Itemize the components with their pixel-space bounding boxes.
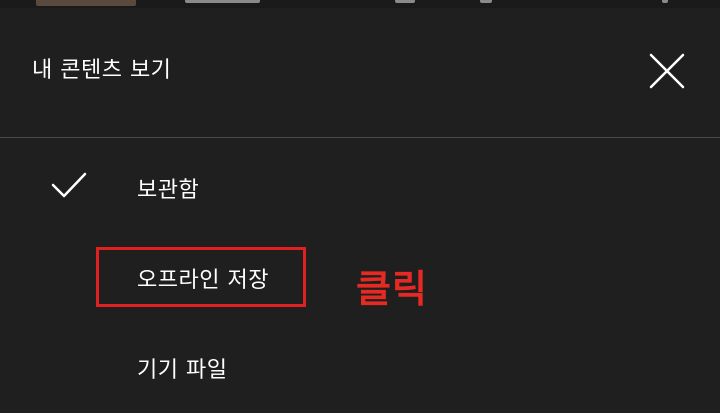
close-button[interactable] (646, 50, 688, 92)
top-strip (0, 0, 720, 8)
top-text-fragment (662, 0, 668, 3)
top-text-fragment (480, 0, 492, 3)
menu-item-device-files[interactable] (0, 335, 720, 395)
top-text-fragment (395, 0, 415, 3)
close-icon (649, 53, 685, 89)
click-annotation: 클릭 (356, 267, 428, 311)
check-icon (51, 172, 87, 198)
menu-item-label: 기기 파일 (137, 358, 228, 383)
menu-item-label: 보관함 (137, 178, 200, 203)
header-divider (0, 137, 720, 138)
video-thumbnail (36, 0, 136, 6)
top-text-fragment (185, 0, 260, 3)
highlight-box (96, 247, 306, 307)
menu-item-library[interactable] (0, 155, 720, 215)
page-title: 내 콘텐츠 보기 (32, 58, 172, 83)
